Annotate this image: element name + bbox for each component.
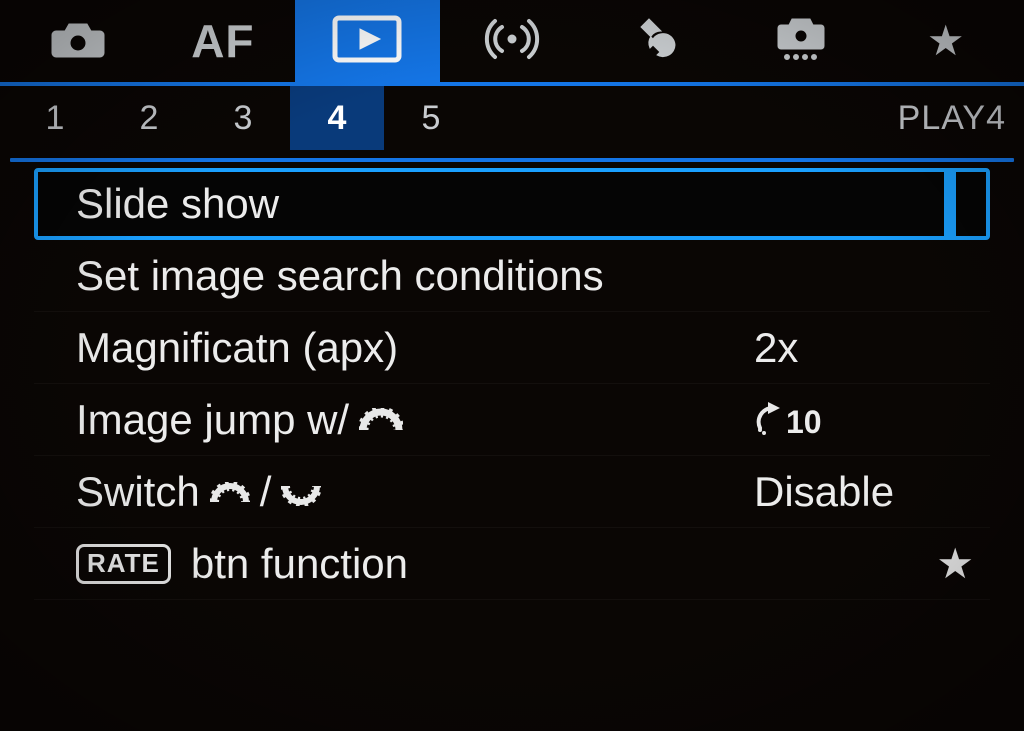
menu-list: Slide show Set image search conditions M…	[34, 168, 990, 600]
menu-item-slide-show[interactable]: Slide show	[34, 168, 990, 240]
tab-playback[interactable]	[295, 0, 440, 82]
page-tab-4[interactable]: 4	[290, 86, 384, 150]
tab-shooting[interactable]	[6, 0, 151, 82]
star-icon: ★	[936, 543, 974, 585]
page-tab-1[interactable]: 1	[8, 86, 102, 150]
menu-item-value: 10	[714, 398, 974, 441]
main-dial-icon	[210, 468, 250, 516]
menu-item-search-conditions[interactable]: Set image search conditions	[34, 240, 990, 312]
page-tab-3[interactable]: 3	[196, 86, 290, 150]
main-dial-icon	[359, 396, 403, 444]
menu-item-image-jump[interactable]: Image jump w/ 10	[34, 384, 990, 456]
camera-menu-screen: AF	[0, 0, 1024, 731]
rate-badge: RATE	[76, 544, 171, 584]
page-tab-strip: 1 2 3 4 5 PLAY4	[0, 86, 1024, 150]
menu-item-label: Switch /	[76, 468, 321, 516]
camera-icon	[50, 19, 106, 64]
page-tab-5[interactable]: 5	[384, 86, 478, 150]
quick-dial-icon	[281, 468, 321, 516]
antenna-icon	[484, 15, 540, 68]
menu-item-rate-btn-function[interactable]: RATE btn function ★	[34, 528, 990, 600]
playback-icon	[332, 15, 402, 68]
menu-item-value: ★	[896, 543, 974, 585]
menu-item-switch-dials[interactable]: Switch / Disable	[34, 456, 990, 528]
menu-item-label: Set image search conditions	[76, 252, 604, 300]
menu-item-value: Disable	[714, 468, 974, 516]
label-text: Image jump w/	[76, 396, 349, 444]
tab-wireless[interactable]	[440, 0, 585, 82]
label-text: btn function	[191, 540, 408, 588]
divider	[10, 158, 1014, 162]
main-tab-bar: AF	[0, 0, 1024, 86]
menu-item-label: Image jump w/	[76, 396, 403, 444]
af-label: AF	[191, 14, 254, 68]
page-tab-2[interactable]: 2	[102, 86, 196, 150]
tab-mymenu[interactable]: ★	[873, 0, 1018, 82]
camera-custom-icon	[773, 15, 829, 68]
menu-item-label: RATE btn function	[76, 540, 408, 588]
menu-item-label: Slide show	[76, 180, 279, 228]
wrench-icon	[633, 15, 681, 68]
menu-item-magnification[interactable]: Magnificatn (apx) 2x	[34, 312, 990, 384]
label-separator: /	[260, 468, 272, 516]
tab-autofocus[interactable]: AF	[151, 0, 296, 82]
page-indicator-label: PLAY4	[898, 86, 1006, 150]
tab-setup[interactable]	[584, 0, 729, 82]
menu-item-label: Magnificatn (apx)	[76, 324, 398, 372]
star-icon: ★	[927, 20, 965, 62]
jump-10-icon: 10	[754, 398, 822, 441]
tab-custom[interactable]	[729, 0, 874, 82]
label-text: Switch	[76, 468, 200, 516]
jump-count: 10	[786, 404, 822, 441]
menu-item-value: 2x	[714, 324, 974, 372]
